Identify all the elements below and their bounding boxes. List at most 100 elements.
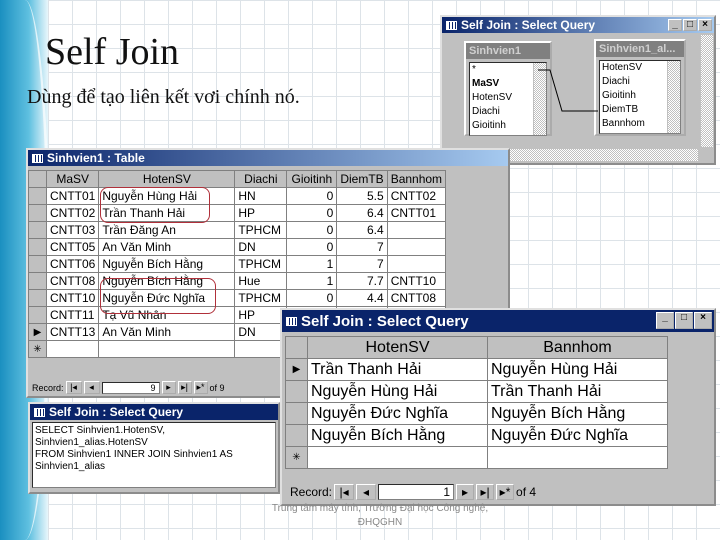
row-selector[interactable] bbox=[28, 187, 47, 205]
sql-editor[interactable]: SELECT Sinhvien1.HotenSV, Sinhvien1_alia… bbox=[32, 422, 276, 488]
table-cell[interactable]: Trần Đăng An bbox=[98, 221, 236, 239]
row-selector[interactable] bbox=[285, 402, 308, 425]
table-cell[interactable]: 6.4 bbox=[336, 204, 388, 222]
prev-record-button[interactable]: ◂ bbox=[356, 484, 377, 500]
table-row[interactable]: CNTT01 Nguyễn Hùng Hải HN 0 5.5 CNTT02 bbox=[28, 187, 447, 205]
table-cell[interactable]: Trần Thanh Hải bbox=[487, 380, 668, 403]
result-window[interactable]: Self Join : Select Query _ □ × HotenSV Bann… bbox=[280, 308, 716, 506]
column-header[interactable]: Gioitinh bbox=[286, 170, 338, 188]
table-cell[interactable]: TPHCM bbox=[234, 221, 288, 239]
table-cell[interactable]: 7 bbox=[336, 238, 388, 256]
table-cell[interactable]: HP bbox=[234, 204, 288, 222]
table-row[interactable]: CNTT08 Nguyễn Bích Hằng Hue 1 7.7 CNTT10 bbox=[28, 272, 447, 290]
row-selector[interactable] bbox=[28, 289, 47, 307]
table-cell[interactable]: An Văn Minh bbox=[98, 323, 236, 341]
title-bar[interactable]: Self Join : Select Query bbox=[30, 404, 278, 420]
row-selector[interactable] bbox=[28, 204, 47, 222]
column-header[interactable]: MaSV bbox=[45, 170, 100, 188]
table-cell[interactable]: 6.4 bbox=[336, 221, 388, 239]
column-header[interactable]: HotenSV bbox=[98, 170, 236, 188]
title-bar[interactable]: Sinhvien1 : Table bbox=[28, 150, 508, 166]
sql-window[interactable]: Self Join : Select Query SELECT Sinhvien… bbox=[28, 402, 280, 494]
table-cell[interactable]: CNTT08 bbox=[45, 272, 100, 290]
table-cell[interactable] bbox=[386, 238, 447, 256]
column-header[interactable]: Bannhom bbox=[386, 170, 447, 188]
table-cell[interactable]: Hue bbox=[234, 272, 288, 290]
table-cell[interactable]: Nguyễn Hùng Hải bbox=[487, 358, 668, 381]
table-cell[interactable]: CNTT10 bbox=[386, 272, 447, 290]
column-header[interactable]: HotenSV bbox=[307, 336, 488, 359]
table-row[interactable]: CNTT10 Nguyễn Đức Nghĩa TPHCM 0 4.4 CNTT08 bbox=[28, 289, 447, 307]
table-cell[interactable]: Nguyễn Đức Nghĩa bbox=[307, 402, 488, 425]
table-cell[interactable] bbox=[98, 340, 236, 358]
column-header[interactable]: Diachi bbox=[234, 170, 288, 188]
result-datasheet[interactable]: HotenSV Bannhom ▶ Trần Thanh Hải Nguyễn Hùng… bbox=[285, 336, 668, 469]
close-button[interactable]: × bbox=[694, 312, 712, 329]
table-cell[interactable]: DN bbox=[234, 238, 288, 256]
table-cell[interactable]: 7 bbox=[336, 255, 388, 273]
table-row[interactable]: CNTT06 Nguyễn Bích Hằng TPHCM 1 7 bbox=[28, 255, 447, 273]
design-window[interactable]: Self Join : Select Query _ □ × Sinhvien1 *… bbox=[440, 15, 716, 165]
table-cell[interactable] bbox=[307, 446, 488, 469]
table-cell[interactable]: CNTT01 bbox=[45, 187, 100, 205]
table-cell[interactable]: CNTT02 bbox=[386, 187, 447, 205]
record-number-input[interactable]: 9 bbox=[101, 381, 160, 394]
table-cell[interactable]: TPHCM bbox=[234, 289, 288, 307]
table-cell[interactable]: Trần Thanh Hải bbox=[307, 358, 488, 381]
table-row[interactable]: Nguyễn Đức Nghĩa Nguyễn Bích Hằng bbox=[285, 402, 668, 425]
minimize-button[interactable]: _ bbox=[656, 312, 674, 329]
table-cell[interactable]: CNTT11 bbox=[45, 306, 100, 324]
table-row[interactable]: CNTT05 An Văn Minh DN 0 7 bbox=[28, 238, 447, 256]
row-selector[interactable] bbox=[28, 238, 47, 256]
row-selector[interactable] bbox=[28, 170, 47, 188]
current-record-icon[interactable]: ▶ bbox=[28, 323, 47, 341]
table-cell[interactable]: 0 bbox=[286, 221, 338, 239]
row-selector[interactable] bbox=[285, 424, 308, 447]
table-cell[interactable]: 7.7 bbox=[336, 272, 388, 290]
table-cell[interactable]: CNTT05 bbox=[45, 238, 100, 256]
column-header[interactable]: Bannhom bbox=[487, 336, 668, 359]
table-cell[interactable]: Nguyễn Bích Hằng bbox=[98, 255, 236, 273]
next-record-button[interactable]: ▸ bbox=[161, 381, 176, 394]
first-record-button[interactable]: |◂ bbox=[65, 381, 82, 394]
row-selector[interactable] bbox=[285, 380, 308, 403]
table-row[interactable]: Nguyễn Bích Hằng Nguyễn Đức Nghĩa bbox=[285, 424, 668, 447]
current-record-icon[interactable]: ▶ bbox=[285, 358, 308, 381]
table-cell[interactable] bbox=[45, 340, 100, 358]
first-record-button[interactable]: |◂ bbox=[334, 484, 355, 500]
table-cell[interactable]: HN bbox=[234, 187, 288, 205]
new-record-button[interactable]: ▸* bbox=[496, 484, 515, 500]
table-cell[interactable]: CNTT13 bbox=[45, 323, 100, 341]
record-number-input[interactable]: 1 bbox=[378, 484, 455, 500]
table-row[interactable]: CNTT02 Trần Thanh Hải HP 0 6.4 CNTT01 bbox=[28, 204, 447, 222]
table-cell[interactable]: 1 bbox=[286, 255, 338, 273]
table-cell[interactable]: 0 bbox=[286, 204, 338, 222]
new-record-button[interactable]: ▸* bbox=[193, 381, 208, 394]
table-cell[interactable]: Nguyễn Đức Nghĩa bbox=[487, 424, 668, 447]
vertical-scrollbar[interactable] bbox=[700, 35, 713, 147]
table-cell[interactable]: CNTT06 bbox=[45, 255, 100, 273]
row-selector[interactable] bbox=[285, 336, 308, 359]
table-row[interactable]: Nguyễn Hùng Hải Trần Thanh Hải bbox=[285, 380, 668, 403]
table-cell[interactable]: CNTT08 bbox=[386, 289, 447, 307]
table-cell[interactable]: CNTT02 bbox=[45, 204, 100, 222]
row-selector[interactable] bbox=[28, 255, 47, 273]
column-header[interactable]: DiemTB bbox=[336, 170, 388, 188]
title-bar[interactable]: Self Join : Select Query _ □ × bbox=[282, 310, 714, 332]
table-cell[interactable]: 4.4 bbox=[336, 289, 388, 307]
table-cell[interactable]: TPHCM bbox=[234, 255, 288, 273]
table-row[interactable]: ▶ Trần Thanh Hải Nguyễn Hùng Hải bbox=[285, 358, 668, 381]
maximize-button[interactable]: □ bbox=[675, 312, 693, 329]
table-cell[interactable]: 5.5 bbox=[336, 187, 388, 205]
last-record-button[interactable]: ▸| bbox=[476, 484, 495, 500]
table-cell[interactable]: CNTT01 bbox=[386, 204, 447, 222]
table-cell[interactable]: 0 bbox=[286, 289, 338, 307]
row-selector[interactable] bbox=[28, 272, 47, 290]
table-cell[interactable]: 1 bbox=[286, 272, 338, 290]
last-record-button[interactable]: ▸| bbox=[177, 381, 192, 394]
table-cell[interactable] bbox=[386, 221, 447, 239]
table-row[interactable]: CNTT03 Trần Đăng An TPHCM 0 6.4 bbox=[28, 221, 447, 239]
table-cell[interactable]: Nguyễn Bích Hằng bbox=[487, 402, 668, 425]
next-record-button[interactable]: ▸ bbox=[456, 484, 475, 500]
prev-record-button[interactable]: ◂ bbox=[83, 381, 100, 394]
